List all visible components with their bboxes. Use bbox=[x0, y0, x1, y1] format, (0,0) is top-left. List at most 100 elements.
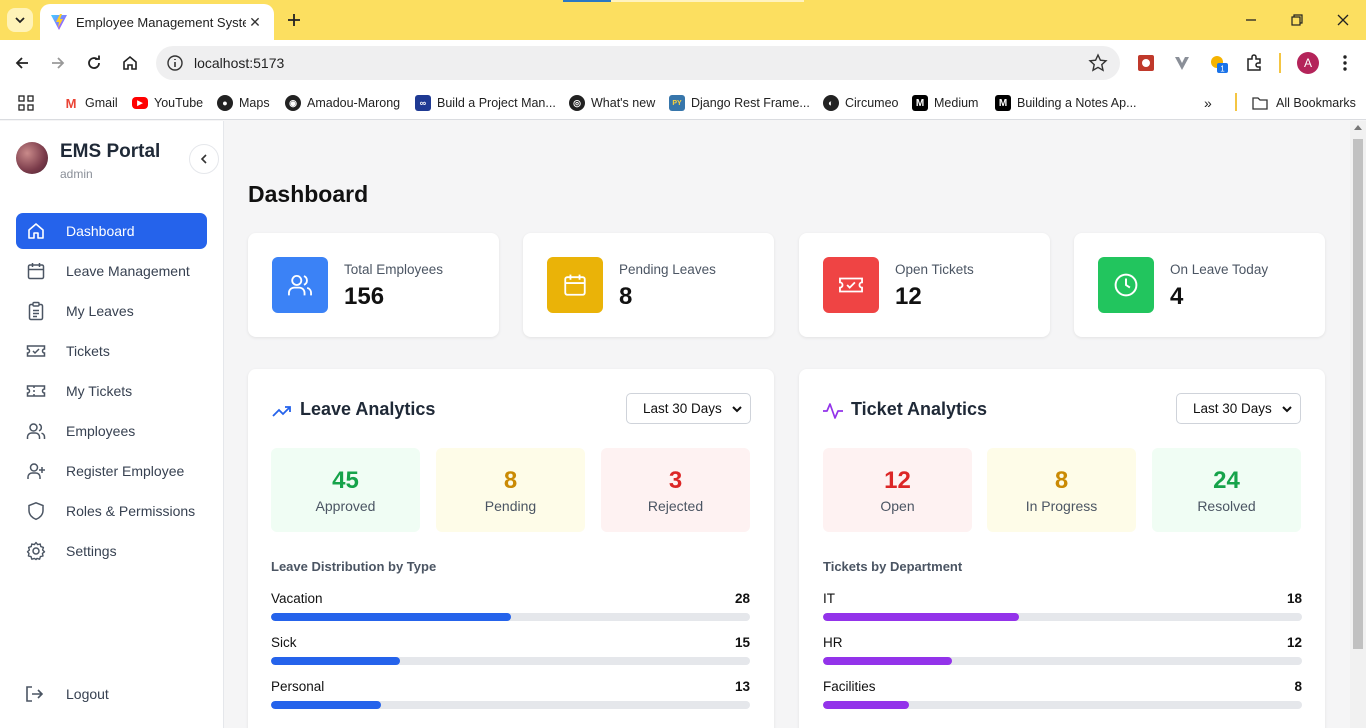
apps-grid-icon[interactable] bbox=[18, 92, 34, 114]
back-button[interactable] bbox=[10, 51, 34, 75]
sidebar-item-label: Dashboard bbox=[66, 223, 135, 239]
address-bar[interactable]: localhost:5173 bbox=[156, 46, 1120, 80]
users-icon bbox=[288, 274, 312, 296]
user-plus-icon bbox=[27, 463, 45, 479]
ticket-analytics-panel: Ticket Analytics Last 30 Days 12 Open 8 … bbox=[799, 369, 1325, 728]
sidebar-item-employees[interactable]: Employees bbox=[16, 413, 207, 449]
url-text[interactable]: localhost:5173 bbox=[194, 55, 1088, 71]
chevron-down-icon bbox=[1282, 406, 1292, 413]
bar-track bbox=[271, 701, 750, 709]
leave-range-select[interactable]: Last 30 Days bbox=[626, 393, 751, 424]
stat-card-pending-leaves[interactable]: Pending Leaves 8 bbox=[523, 233, 774, 337]
sidebar-item-label: Tickets bbox=[66, 343, 110, 359]
avatar bbox=[16, 142, 48, 174]
collapse-sidebar-button[interactable] bbox=[189, 144, 219, 174]
scroll-thumb[interactable] bbox=[1353, 139, 1363, 649]
bar-fill bbox=[271, 701, 382, 709]
bookmark-item[interactable]: ∞ Build a Project Man... bbox=[415, 92, 556, 114]
logout-label: Logout bbox=[66, 686, 109, 702]
forward-button[interactable] bbox=[46, 51, 70, 75]
bar-fill bbox=[823, 613, 1020, 621]
sidebar-item-my-tickets[interactable]: My Tickets bbox=[16, 373, 207, 409]
sidebar-item-settings[interactable]: Settings bbox=[16, 533, 207, 569]
extension-vee-icon[interactable] bbox=[1172, 53, 1192, 73]
sidebar-item-register-employee[interactable]: Register Employee bbox=[16, 453, 207, 489]
more-menu-icon[interactable] bbox=[1335, 53, 1355, 73]
bar-label: HR bbox=[823, 635, 843, 650]
bookmark-item[interactable]: ● Maps bbox=[217, 92, 270, 114]
tab-strip-accent-light bbox=[611, 0, 804, 2]
summary-value: 12 bbox=[884, 467, 911, 494]
bookmark-item[interactable]: ▶ YouTube bbox=[132, 92, 203, 114]
page-scrollbar[interactable] bbox=[1350, 121, 1366, 728]
sidebar-item-dashboard[interactable]: Dashboard bbox=[16, 213, 207, 249]
new-tab-button[interactable] bbox=[282, 8, 306, 32]
stat-label: Pending Leaves bbox=[619, 262, 716, 277]
bar-count: 18 bbox=[1286, 591, 1302, 606]
browser-tab-bar: Employee Management System ✕ bbox=[0, 0, 1366, 40]
summary-label: Approved bbox=[315, 498, 376, 514]
home-button[interactable] bbox=[118, 51, 142, 75]
stat-value: 4 bbox=[1170, 283, 1184, 310]
bookmark-item[interactable]: ◐ Circumeo bbox=[823, 92, 899, 114]
select-value: Last 30 Days bbox=[643, 401, 722, 416]
profile-avatar[interactable]: A bbox=[1297, 52, 1319, 74]
extension-weather-icon[interactable]: 1 bbox=[1208, 53, 1228, 73]
star-icon[interactable] bbox=[1088, 53, 1108, 73]
stat-label: Open Tickets bbox=[895, 262, 974, 277]
sidebar-item-roles-permissions[interactable]: Roles & Permissions bbox=[16, 493, 207, 529]
bookmark-item[interactable]: ◉ Amadou-Marong bbox=[285, 92, 400, 114]
summary-value: 45 bbox=[332, 467, 359, 494]
plus-icon bbox=[288, 14, 300, 26]
ticket-icon bbox=[26, 385, 46, 397]
bookmarks-overflow-icon[interactable]: » bbox=[1204, 92, 1212, 114]
scroll-up-arrow-icon[interactable] bbox=[1354, 125, 1362, 130]
stat-value: 12 bbox=[895, 283, 922, 310]
distribution-row: Personal 13 bbox=[271, 679, 750, 719]
tab-title: Employee Management System bbox=[76, 14, 246, 30]
restore-window-button[interactable] bbox=[1287, 10, 1307, 30]
all-bookmarks-button[interactable]: All Bookmarks bbox=[1252, 92, 1356, 114]
sidebar-item-my-leaves[interactable]: My Leaves bbox=[16, 293, 207, 329]
ticket-check-icon bbox=[26, 345, 46, 357]
bar-track bbox=[823, 613, 1302, 621]
bookmark-item[interactable]: ◎ What's new bbox=[569, 92, 655, 114]
bookmark-item[interactable]: M Building a Notes Ap... bbox=[995, 92, 1137, 114]
bar-label: Facilities bbox=[823, 679, 876, 694]
summary-label: Pending bbox=[484, 498, 537, 514]
brand-title: EMS Portal bbox=[60, 141, 161, 162]
sidebar-item-label: My Tickets bbox=[66, 383, 133, 399]
arrow-left-icon bbox=[15, 57, 28, 69]
logout-button[interactable]: Logout bbox=[16, 676, 207, 712]
extensions-puzzle-icon[interactable] bbox=[1244, 53, 1264, 73]
reload-button[interactable] bbox=[82, 51, 106, 75]
bookmark-label: YouTube bbox=[154, 96, 204, 110]
ticket-range-select[interactable]: Last 30 Days bbox=[1176, 393, 1301, 424]
close-window-button[interactable] bbox=[1333, 10, 1353, 30]
stat-card-open-tickets[interactable]: Open Tickets 12 bbox=[799, 233, 1050, 337]
bar-fill bbox=[271, 657, 401, 665]
bookmark-item[interactable]: M Gmail bbox=[63, 92, 118, 114]
sidebar-item-tickets[interactable]: Tickets bbox=[16, 333, 207, 369]
select-value: Last 30 Days bbox=[1193, 401, 1272, 416]
shield-icon bbox=[28, 501, 44, 521]
bookmark-item[interactable]: M Medium bbox=[912, 92, 978, 114]
browser-tab-active[interactable]: Employee Management System ✕ bbox=[40, 4, 274, 40]
arrow-right-icon bbox=[52, 57, 65, 69]
tab-strip-accent bbox=[563, 0, 611, 2]
bookmark-item[interactable]: PY Django Rest Frame... bbox=[669, 92, 810, 114]
stat-icon-bg bbox=[1098, 257, 1154, 313]
stat-card-on-leave-today[interactable]: On Leave Today 4 bbox=[1074, 233, 1325, 337]
minimize-window-button[interactable] bbox=[1241, 10, 1261, 30]
youtube-icon: ▶ bbox=[132, 97, 148, 109]
tab-close-icon[interactable]: ✕ bbox=[246, 14, 264, 31]
sidebar-item-leave-management[interactable]: Leave Management bbox=[16, 253, 207, 289]
stat-card-total-employees[interactable]: Total Employees 156 bbox=[248, 233, 499, 337]
extension-red-icon[interactable] bbox=[1136, 53, 1156, 73]
tab-search-button[interactable] bbox=[7, 8, 33, 32]
info-icon[interactable] bbox=[166, 54, 184, 72]
github-icon: ◉ bbox=[285, 95, 301, 111]
bar-track bbox=[823, 701, 1302, 709]
home-icon bbox=[123, 55, 137, 70]
bookmark-label: Django Rest Frame... bbox=[691, 96, 810, 110]
